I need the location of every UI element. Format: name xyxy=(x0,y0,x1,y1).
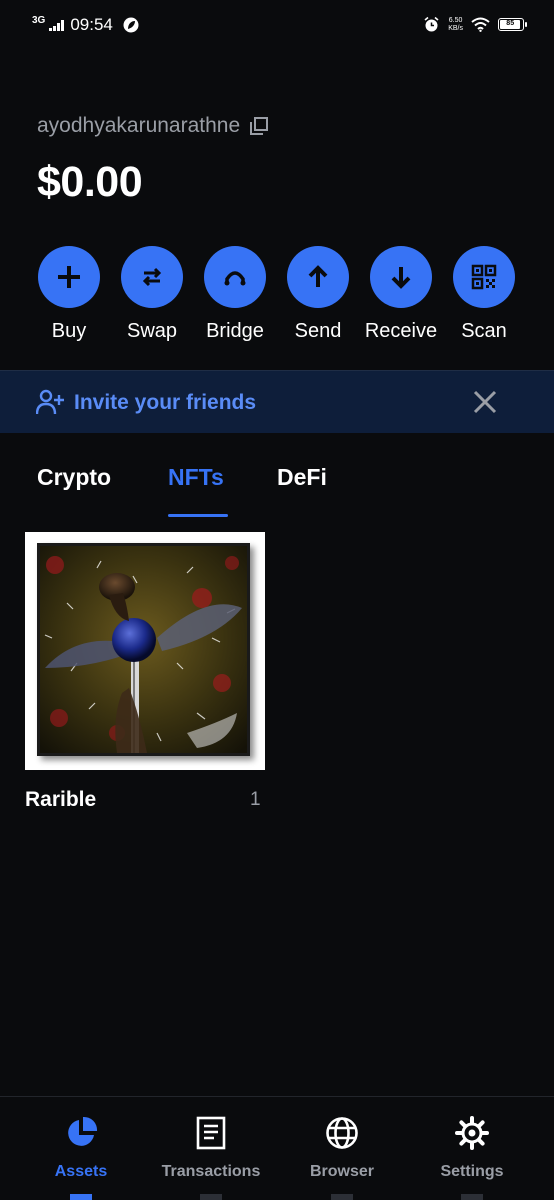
active-tab-indicator xyxy=(168,514,228,517)
scan-circle[interactable] xyxy=(453,246,515,308)
wifi-icon xyxy=(471,17,490,32)
status-right: 6.50 KB/s 85 xyxy=(423,16,527,33)
nft-collection-card[interactable] xyxy=(25,532,265,770)
document-icon xyxy=(196,1116,226,1150)
send-circle[interactable] xyxy=(287,246,349,308)
bridge-icon xyxy=(224,271,246,286)
gear-icon xyxy=(455,1116,489,1150)
receive-circle[interactable] xyxy=(370,246,432,308)
copy-icon[interactable] xyxy=(250,117,269,135)
scan-button[interactable]: Scan xyxy=(434,246,534,343)
add-user-icon xyxy=(36,389,64,415)
nft-collection-name: Rarible xyxy=(25,788,97,811)
nav-settings[interactable]: Settings xyxy=(407,1115,537,1181)
scan-label: Scan xyxy=(461,320,507,342)
swap-icon xyxy=(142,267,162,287)
leaf-icon xyxy=(123,17,139,33)
cutoff-icon-browser xyxy=(331,1194,353,1200)
asset-tabs: Crypto NFTs DeFi xyxy=(0,458,554,518)
cutoff-icon-assets xyxy=(70,1194,92,1200)
nft-collection-count: 1 xyxy=(250,789,261,810)
network-speed: 6.50 KB/s xyxy=(448,17,463,33)
nav-transactions-label: Transactions xyxy=(161,1163,261,1180)
bridge-circle[interactable] xyxy=(204,246,266,308)
close-icon[interactable] xyxy=(470,387,500,417)
battery-icon: 85 xyxy=(498,18,527,31)
speed-unit: KB/s xyxy=(448,24,463,32)
nav-browser[interactable]: Browser xyxy=(277,1115,407,1181)
status-time: 09:54 xyxy=(70,15,113,34)
pie-chart-icon xyxy=(68,1116,98,1146)
arrow-down-icon xyxy=(391,267,411,289)
cutoff-icon-settings xyxy=(461,1194,483,1200)
signal-icon xyxy=(49,19,65,31)
nav-browser-label: Browser xyxy=(309,1163,375,1180)
qr-code-icon xyxy=(471,264,497,290)
nft-thumbnail[interactable] xyxy=(37,543,250,756)
tab-defi[interactable]: DeFi xyxy=(277,464,327,491)
invite-text[interactable]: Invite your friends xyxy=(74,391,256,415)
invite-banner[interactable]: Invite your friends xyxy=(0,370,554,433)
account-row: ayodhyakarunarathne xyxy=(37,114,269,138)
cutoff-icon-transactions xyxy=(200,1194,222,1200)
nav-transactions[interactable]: Transactions xyxy=(146,1115,276,1181)
tab-crypto[interactable]: Crypto xyxy=(37,464,111,491)
swap-circle[interactable] xyxy=(121,246,183,308)
battery-level: 85 xyxy=(500,20,521,29)
tab-nfts[interactable]: NFTs xyxy=(168,464,224,491)
globe-icon xyxy=(326,1117,358,1149)
alarm-icon xyxy=(424,16,439,32)
nav-assets[interactable]: Assets xyxy=(16,1115,146,1181)
nav-settings-label: Settings xyxy=(440,1163,504,1180)
username: ayodhyakarunarathne xyxy=(37,114,241,137)
speed-value: 6.50 xyxy=(448,16,463,24)
arrow-up-icon xyxy=(308,265,328,287)
total-balance: $0.00 xyxy=(37,158,143,206)
plus-icon xyxy=(58,266,80,288)
status-left: 3G 09:54 xyxy=(32,15,139,35)
wallet-screen: 3G 09:54 6.50 KB/s 85 ayodhyakarunarathn… xyxy=(0,0,554,1200)
status-bar: 3G 09:54 6.50 KB/s 85 xyxy=(0,0,554,54)
nav-assets-label: Assets xyxy=(54,1163,108,1180)
network-type: 3G xyxy=(32,14,46,26)
buy-circle[interactable] xyxy=(38,246,100,308)
bottom-navigation: Assets Transactions Browser Settings xyxy=(0,1096,554,1200)
